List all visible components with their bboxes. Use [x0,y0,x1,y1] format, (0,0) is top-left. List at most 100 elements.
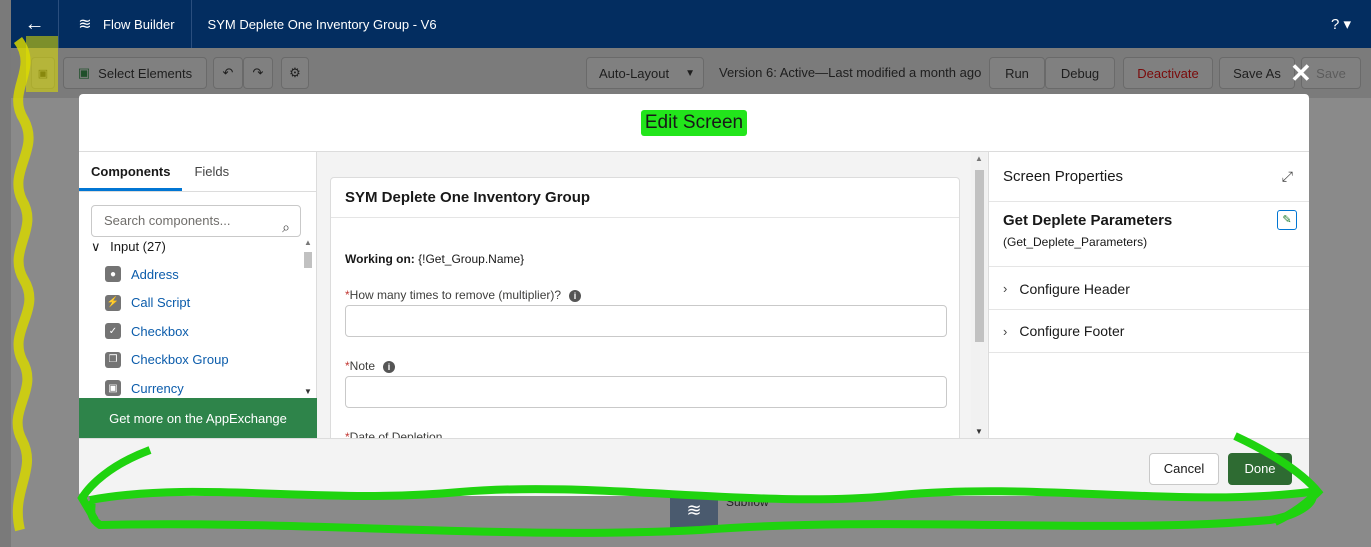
working-on-text: Working on: {!Get_Group.Name} [345,252,524,266]
component-checkbox[interactable]: ✓ Checkbox [105,317,229,346]
component-label: Checkbox [131,323,189,339]
deactivate-button[interactable]: Deactivate [1123,57,1213,89]
checkbox-group-icon: ❐ [105,351,121,368]
edit-screen-modal: Edit Screen Components Fields Search com… [79,94,1309,496]
modal-body: Components Fields Search components... ⌕… [79,152,1309,438]
panel-tabs: Components Fields [79,152,316,192]
search-placeholder: Search components... [104,213,231,228]
component-label: Checkbox Group [131,352,229,368]
screen-properties-panel: Screen Properties ⤢ Get Deplete Paramete… [988,152,1309,438]
configure-header-section[interactable]: › Configure Header [989,266,1309,310]
undo-button[interactable]: ↶ [213,57,243,89]
chevron-down-icon: ▼ [685,67,695,79]
multiplier-label-text: How many times to remove (multiplier)? [349,288,562,302]
scroll-down-icon: ▼ [975,427,983,436]
components-panel: Components Fields Search components... ⌕… [79,152,317,438]
chevron-right-icon: › [1003,323,1008,339]
run-button[interactable]: Run [989,57,1045,89]
subflow-node-label: Subflow [726,495,769,509]
chevron-right-icon: › [1003,281,1008,296]
screen-label: Get Deplete Parameters [1003,212,1173,229]
component-label: Currency [131,380,184,396]
expand-icon[interactable]: ⤢ [1282,168,1293,185]
select-elements-button[interactable]: ▣ Select Elements [63,57,207,89]
screen-api-name: (Get_Deplete_Parameters) [1003,235,1148,249]
modal-footer: Cancel Done [79,438,1309,496]
header-divider [190,0,192,48]
scroll-down-icon: ▼ [304,387,312,396]
multiplier-input[interactable] [345,305,947,337]
component-label: Call Script [131,295,191,311]
scroll-thumb[interactable] [304,252,312,268]
builder-toolbar: ▣ ▣ Select Elements ↶ ↷ ⚙ Auto-Layout ▼ … [11,48,1371,98]
edit-pencil-icon[interactable]: ✎ [1277,210,1297,230]
component-checkbox-group[interactable]: ❐ Checkbox Group [105,346,229,375]
flow-builder-logo-icon: ≋ [78,16,92,33]
note-label-text: Note [349,359,376,373]
version-status: Version 6: Active—Last modified a month … [719,65,982,80]
screen-canvas: SYM Deplete One Inventory Group Working … [318,152,986,438]
select-icon: ▣ [77,65,91,80]
modal-title: Edit Screen [640,109,748,136]
tab-components[interactable]: Components [79,152,183,191]
section-label: Configure Header [1019,280,1130,297]
redo-icon: ↷ [252,65,264,80]
debug-button[interactable]: Debug [1045,57,1115,89]
call-script-icon: ⚡ [105,294,121,311]
close-icon[interactable]: ✕ [1290,58,1312,89]
chevron-down-icon: ∨ [91,239,101,254]
component-label: Address [131,266,179,282]
panel-icon: ▣ [37,67,49,80]
input-group-label: Input (27) [110,239,166,254]
cancel-button[interactable]: Cancel [1149,453,1219,485]
component-call-script[interactable]: ⚡ Call Script [105,289,229,318]
undo-icon: ↶ [222,65,234,80]
select-elements-label: Select Elements [98,65,193,81]
layout-select[interactable]: Auto-Layout ▼ [586,57,704,89]
working-on-label: Working on: [345,252,415,266]
note-field-label: *Note i [345,359,396,373]
app-header: ← ≋ Flow Builder SYM Deplete One Invento… [11,0,1371,48]
scroll-thumb[interactable] [975,170,984,342]
back-arrow-icon[interactable]: ← [11,0,59,48]
app-name: Flow Builder [103,16,175,32]
section-label: Configure Footer [1019,323,1125,339]
info-icon[interactable]: i [383,361,396,373]
redo-button[interactable]: ↷ [243,57,273,89]
currency-icon: ▣ [105,380,121,397]
search-icon: ⌕ [282,219,290,235]
configure-footer-section[interactable]: › Configure Footer [989,309,1309,353]
component-list: ● Address ⚡ Call Script ✓ Checkbox ❐ Che… [105,260,229,403]
date-label-text: Date of Depletion [349,430,443,438]
gear-icon: ⚙ [289,65,301,80]
component-address[interactable]: ● Address [105,260,229,289]
backdrop-strip [0,0,11,547]
info-icon[interactable]: i [569,290,582,302]
components-scrollbar[interactable]: ▲ ▼ [301,238,315,396]
save-as-button[interactable]: Save As [1219,57,1295,89]
scroll-up-icon: ▲ [975,154,983,163]
flow-name: SYM Deplete One Inventory Group - V6 [207,16,437,32]
scroll-up-icon: ▲ [304,238,312,247]
note-input[interactable] [345,376,947,408]
yellow-scribble [12,37,35,532]
help-menu-button[interactable]: ? ▾ [1331,15,1351,33]
input-group-toggle[interactable]: ∨ Input (27) [91,239,166,255]
properties-header: Screen Properties [989,152,1309,202]
date-field-label: *Date of Depletion [345,430,442,438]
screen-preview-title: SYM Deplete One Inventory Group [331,178,959,218]
canvas-scrollbar[interactable]: ▲ ▼ [971,152,987,438]
done-button[interactable]: Done [1228,453,1292,485]
checkbox-icon: ✓ [105,323,121,340]
multiplier-field-label: *How many times to remove (multiplier)? i [345,288,582,302]
layout-select-value: Auto-Layout [599,65,670,81]
appexchange-link[interactable]: Get more on the AppExchange [79,398,317,438]
search-components-input[interactable]: Search components... ⌕ [91,205,301,237]
settings-button[interactable]: ⚙ [281,57,309,89]
tab-fields[interactable]: Fields [182,152,241,191]
address-icon: ● [105,266,121,283]
toggle-panel-button[interactable]: ▣ [31,57,55,89]
screen-preview-card[interactable]: SYM Deplete One Inventory Group Working … [330,177,960,438]
working-on-value: {!Get_Group.Name} [414,252,525,266]
modal-header: Edit Screen [79,94,1309,152]
